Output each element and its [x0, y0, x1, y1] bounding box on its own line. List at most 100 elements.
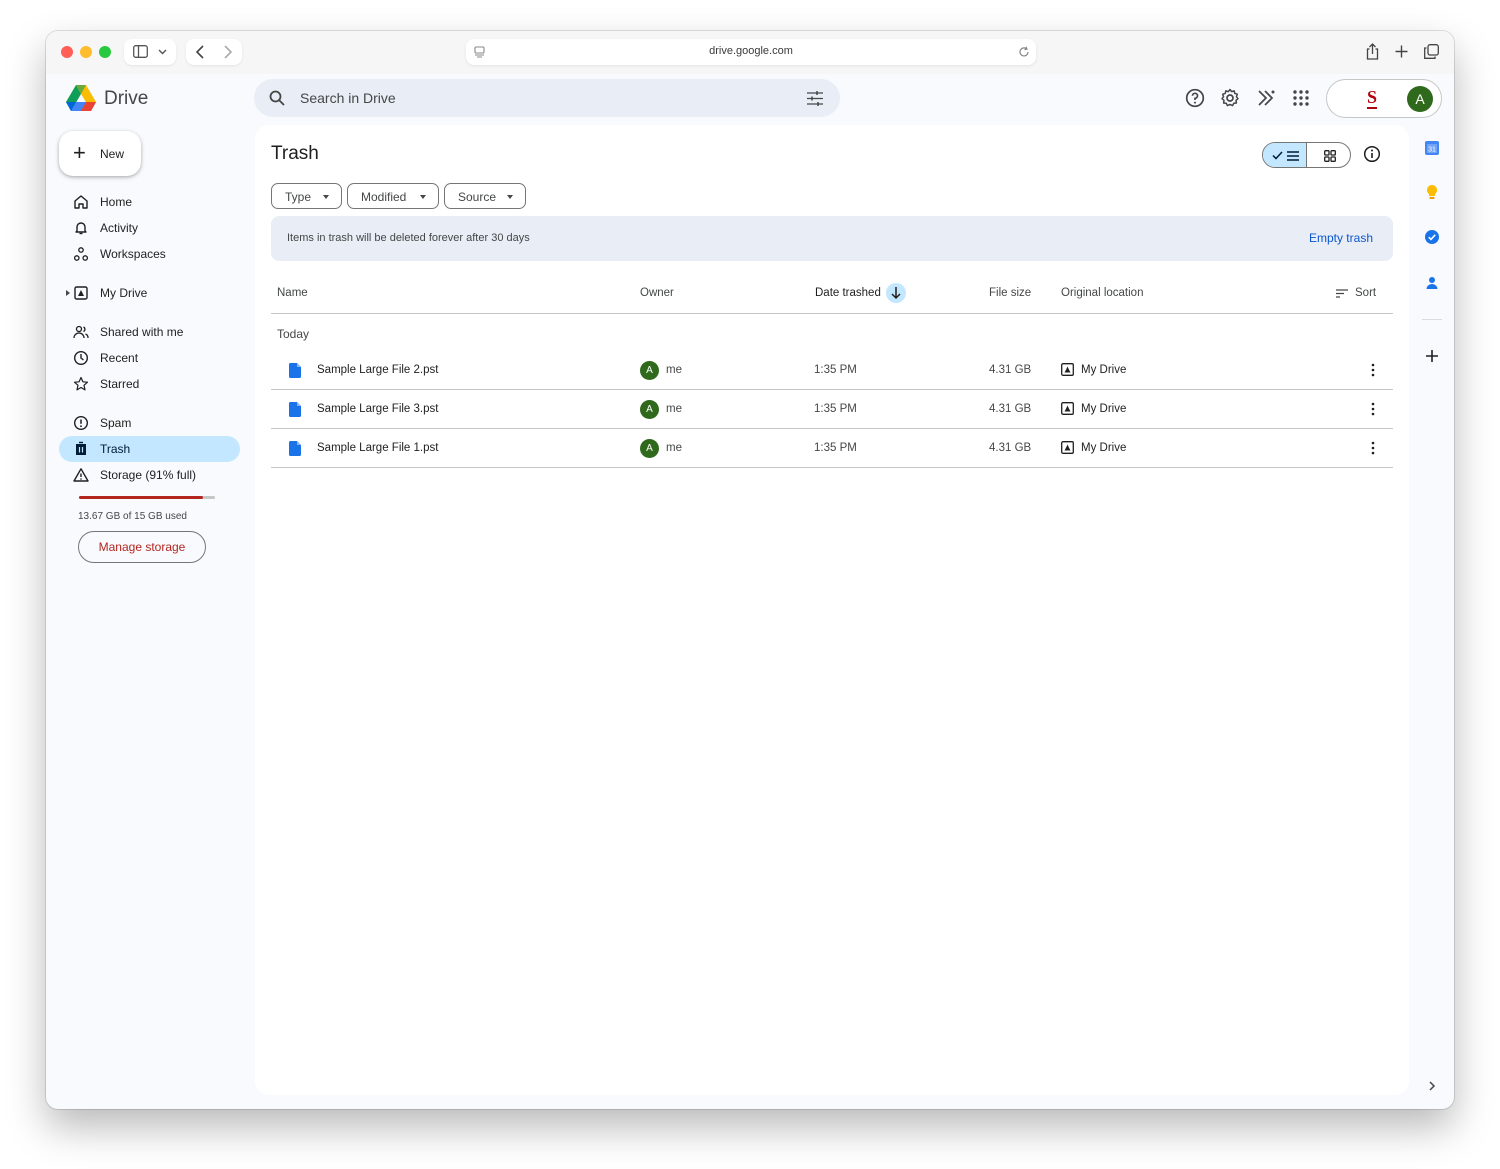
file-icon [289, 363, 301, 378]
sidebar-item-trash[interactable]: Trash [59, 436, 240, 462]
filter-chip-source[interactable]: Source [444, 183, 526, 209]
rail-divider [1422, 319, 1442, 320]
header-divider [271, 313, 1393, 314]
sort-direction-button[interactable] [886, 283, 906, 303]
sidebar-item-spam[interactable]: Spam [59, 410, 240, 436]
storage-usage-text: 13.67 GB of 15 GB used [78, 511, 187, 522]
file-name[interactable]: Sample Large File 2.pst [317, 364, 438, 376]
help-icon[interactable] [1185, 88, 1205, 108]
chevron-down-icon [158, 49, 167, 55]
tab-overview-icon[interactable] [1424, 44, 1439, 59]
table-row[interactable]: Sample Large File 2.pst Ame 1:35 PM 4.31 GB… [271, 351, 1393, 390]
sidebar-item-storage[interactable]: Storage (91% full) [59, 462, 240, 488]
share-icon[interactable] [1366, 43, 1379, 60]
table-row[interactable]: Sample Large File 3.pst Ame 1:35 PM 4.31 GB… [271, 390, 1393, 429]
original-location[interactable]: My Drive [1081, 364, 1126, 376]
column-header-file-size[interactable]: File size [989, 287, 1031, 299]
maximize-window-button[interactable] [99, 46, 111, 58]
manage-storage-button[interactable]: Manage storage [78, 531, 206, 563]
reload-icon[interactable] [1018, 46, 1030, 58]
expand-arrow-icon[interactable] [66, 290, 70, 296]
sidebar-toggle-button[interactable] [124, 39, 176, 65]
sort-button[interactable]: Sort [1355, 287, 1376, 299]
sidebar-item-recent[interactable]: Recent [59, 345, 240, 371]
empty-trash-button[interactable]: Empty trash [1309, 231, 1373, 245]
owner-avatar: A [640, 439, 659, 458]
column-header-date-trashed[interactable]: Date trashed [815, 287, 881, 299]
more-options-icon[interactable] [1365, 401, 1381, 417]
search-bar[interactable]: Search in Drive [254, 79, 840, 117]
list-view-button[interactable] [1263, 143, 1307, 167]
chevron-right-icon[interactable] [1424, 1078, 1440, 1094]
settings-icon[interactable] [1220, 88, 1240, 108]
column-header-name[interactable]: Name [277, 287, 308, 299]
filter-chip-type[interactable]: Type [271, 183, 342, 209]
forward-arrow-icon[interactable] [224, 45, 232, 59]
tasks-icon[interactable] [1424, 229, 1440, 245]
calendar-icon[interactable]: 31 [1424, 140, 1440, 156]
drive-logo-icon[interactable] [66, 85, 96, 112]
gemini-icon[interactable] [1256, 88, 1276, 108]
my-drive-icon [1061, 363, 1074, 376]
account-avatar[interactable]: A [1407, 86, 1433, 112]
trash-icon [76, 441, 86, 455]
new-tab-icon[interactable] [1395, 45, 1408, 58]
new-button[interactable]: + New [59, 131, 141, 176]
filter-chip-label: Source [458, 190, 497, 204]
sidebar-icon [133, 45, 148, 58]
url-text: drive.google.com [709, 45, 793, 57]
minimize-window-button[interactable] [80, 46, 92, 58]
sidebar-item-my-drive[interactable]: My Drive [59, 280, 240, 306]
apps-grid-icon[interactable] [1291, 88, 1311, 108]
address-bar[interactable]: drive.google.com [466, 39, 1036, 65]
workspaces-icon [73, 247, 89, 261]
search-options-icon[interactable] [807, 91, 823, 106]
more-options-icon[interactable] [1365, 440, 1381, 456]
contacts-icon[interactable] [1424, 275, 1440, 291]
file-name[interactable]: Sample Large File 3.pst [317, 403, 438, 415]
plus-icon: + [73, 140, 86, 165]
file-name[interactable]: Sample Large File 1.pst [317, 442, 438, 454]
page-title: Trash [271, 143, 319, 164]
sidebar-item-shared-with-me[interactable]: Shared with me [59, 319, 240, 345]
keep-icon[interactable] [1424, 184, 1440, 200]
sidebar-item-label: Trash [100, 442, 131, 456]
sidebar-item-starred[interactable]: Starred [59, 371, 240, 397]
sidebar-item-label: Spam [100, 416, 132, 430]
caret-down-icon [420, 195, 426, 199]
owner-name: me [666, 403, 682, 415]
original-location[interactable]: My Drive [1081, 442, 1126, 454]
view-toggle [1262, 142, 1351, 168]
back-arrow-icon[interactable] [196, 45, 204, 59]
my-drive-icon [74, 286, 88, 300]
storage-bar-fill [79, 496, 203, 499]
arrow-down-icon [891, 287, 901, 300]
close-window-button[interactable] [61, 46, 73, 58]
sidebar-item-home[interactable]: Home [59, 189, 240, 215]
search-icon[interactable] [269, 90, 285, 106]
spam-icon [73, 415, 89, 431]
my-drive-icon [1061, 402, 1074, 415]
filter-chip-modified[interactable]: Modified [347, 183, 439, 209]
sidebar-item-workspaces[interactable]: Workspaces [59, 241, 240, 267]
info-icon[interactable] [1363, 145, 1381, 163]
owner-avatar: A [640, 361, 659, 380]
browser-window: drive.google.com Drive Search in Drive S… [46, 31, 1454, 1109]
star-icon [73, 376, 89, 391]
grid-view-button[interactable] [1308, 143, 1350, 167]
sidebar-item-label: My Drive [100, 286, 148, 300]
svg-text:S: S [1367, 87, 1377, 107]
table-row[interactable]: Sample Large File 1.pst Ame 1:35 PM 4.31 GB… [271, 429, 1393, 468]
column-header-owner[interactable]: Owner [640, 287, 674, 299]
more-options-icon[interactable] [1365, 362, 1381, 378]
grid-icon [1324, 150, 1336, 162]
sort-icon[interactable] [1336, 289, 1348, 298]
original-location[interactable]: My Drive [1081, 403, 1126, 415]
sidebar-item-activity[interactable]: Activity [59, 215, 240, 241]
column-header-original-location[interactable]: Original location [1061, 287, 1143, 299]
add-icon[interactable] [1424, 348, 1440, 364]
home-icon [74, 195, 88, 209]
sidebar-item-label: Home [100, 195, 133, 209]
my-drive-icon [1061, 441, 1074, 454]
search-input[interactable]: Search in Drive [300, 90, 396, 106]
